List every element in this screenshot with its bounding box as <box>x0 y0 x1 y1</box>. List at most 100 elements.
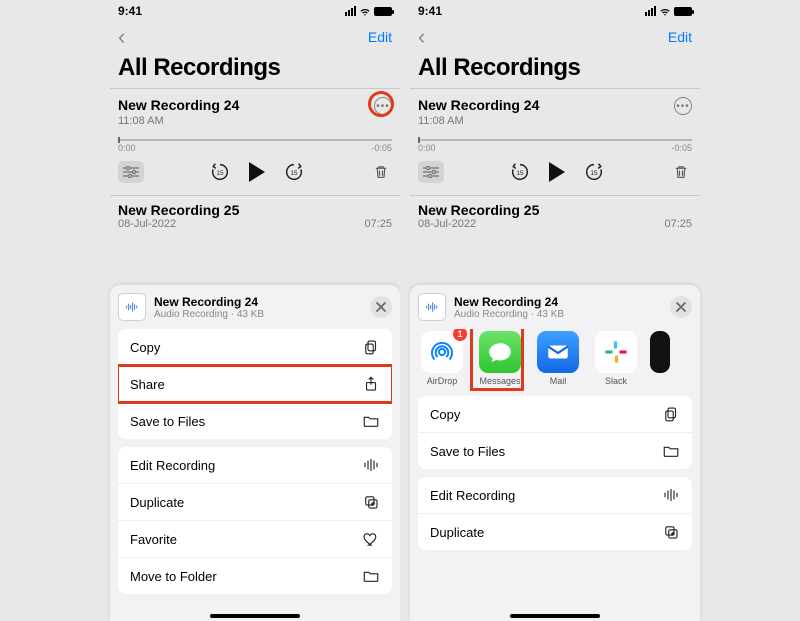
status-bar: 9:41 <box>410 0 700 22</box>
scrubber[interactable] <box>418 139 692 141</box>
menu-edit-recording[interactable]: Edit Recording <box>118 447 392 484</box>
waveform-icon <box>124 299 140 315</box>
more-button[interactable]: ••• <box>374 97 392 115</box>
menu-label: Save to Files <box>130 414 205 429</box>
app-label: AirDrop <box>427 376 458 386</box>
waveform-icon <box>662 486 680 504</box>
menu-label: Move to Folder <box>130 569 217 584</box>
battery-icon <box>374 7 392 16</box>
forward-icon: 15 <box>583 161 605 183</box>
scrubber[interactable] <box>118 139 392 141</box>
rewind-15-button[interactable]: 15 <box>509 161 531 183</box>
scrub-end: -0:05 <box>671 143 692 153</box>
battery-icon <box>674 7 692 16</box>
sheet-close-button[interactable] <box>670 296 692 318</box>
play-button[interactable] <box>249 162 265 182</box>
recording-detail: New Recording 24 11:08 AM ••• 0:00-0:05 <box>110 89 400 195</box>
rewind-icon: 15 <box>509 161 531 183</box>
svg-text:15: 15 <box>516 170 524 177</box>
menu-favorite[interactable]: Favorite <box>118 521 392 558</box>
menu-save-to-files[interactable]: Save to Files <box>418 433 692 469</box>
signal-icon <box>345 6 356 16</box>
trash-icon <box>672 163 690 181</box>
menu-label: Duplicate <box>430 525 484 540</box>
recording2-date: 08-Jul-2022 <box>418 218 539 230</box>
back-icon[interactable]: ‹ <box>118 24 125 50</box>
page-title: All Recordings <box>110 52 400 88</box>
app-airdrop[interactable]: 1 AirDrop <box>418 331 466 386</box>
share-sheet: New Recording 24 Audio Recording · 43 KB… <box>410 285 700 621</box>
sheet-thumb <box>118 293 146 321</box>
wifi-icon <box>659 5 671 17</box>
forward-15-button[interactable]: 15 <box>583 161 605 183</box>
app-label: Mail <box>550 376 567 386</box>
edit-button[interactable]: Edit <box>368 29 392 45</box>
delete-button[interactable] <box>670 161 692 183</box>
copy-icon <box>662 405 680 423</box>
recording-time: 11:08 AM <box>418 115 539 127</box>
options-button[interactable] <box>118 161 144 183</box>
wifi-icon <box>359 5 371 17</box>
signal-icon <box>645 6 656 16</box>
rewind-icon: 15 <box>209 161 231 183</box>
menu-share[interactable]: Share <box>118 366 392 403</box>
recording2-duration: 07:25 <box>664 218 692 230</box>
heart-icon <box>362 530 380 548</box>
slack-icon <box>595 331 637 373</box>
app-more[interactable] <box>650 331 670 386</box>
menu-duplicate[interactable]: Duplicate <box>118 484 392 521</box>
back-icon[interactable]: ‹ <box>418 24 425 50</box>
scrub-end: -0:05 <box>371 143 392 153</box>
app-slack[interactable]: Slack <box>592 331 640 386</box>
status-bar: 9:41 <box>110 0 400 22</box>
app-label: Messages <box>479 376 520 386</box>
status-time: 9:41 <box>418 4 442 18</box>
menu-edit-recording[interactable]: Edit Recording <box>418 477 692 514</box>
recording-title: New Recording 24 <box>418 97 539 113</box>
annotation-highlight <box>368 91 394 117</box>
rewind-15-button[interactable]: 15 <box>209 161 231 183</box>
menu-save-to-files[interactable]: Save to Files <box>118 403 392 439</box>
menu-label: Favorite <box>130 532 177 547</box>
action-sheet: New Recording 24 Audio Recording · 43 KB… <box>110 285 400 621</box>
svg-text:15: 15 <box>290 170 298 177</box>
scrub-start: 0:00 <box>418 143 436 153</box>
home-indicator[interactable] <box>210 614 300 618</box>
menu-label: Duplicate <box>130 495 184 510</box>
share-icon <box>362 375 380 393</box>
sheet-title: New Recording 24 <box>454 295 662 309</box>
menu-label: Share <box>130 377 165 392</box>
menu-copy[interactable]: Copy <box>118 329 392 366</box>
more-button[interactable]: ••• <box>674 97 692 115</box>
menu-copy[interactable]: Copy <box>418 396 692 433</box>
messages-icon <box>479 331 521 373</box>
sheet-thumb <box>418 293 446 321</box>
scrub-start: 0:00 <box>118 143 136 153</box>
menu-label: Edit Recording <box>130 458 215 473</box>
trash-icon <box>372 163 390 181</box>
home-indicator[interactable] <box>510 614 600 618</box>
folder-icon <box>362 412 380 430</box>
status-time: 9:41 <box>118 4 142 18</box>
duplicate-icon <box>362 493 380 511</box>
recording2-duration: 07:25 <box>364 218 392 230</box>
app-label: Slack <box>605 376 627 386</box>
menu-label: Copy <box>430 407 460 422</box>
app-mail[interactable]: Mail <box>534 331 582 386</box>
duplicate-icon <box>662 523 680 541</box>
sliders-icon <box>123 166 139 178</box>
recording-detail: New Recording 24 11:08 AM ••• 0:00 -0:05 <box>410 89 700 195</box>
menu-move-to-folder[interactable]: Move to Folder <box>118 558 392 594</box>
play-button[interactable] <box>549 162 565 182</box>
edit-button[interactable]: Edit <box>668 29 692 45</box>
sliders-icon <box>423 166 439 178</box>
delete-button[interactable] <box>370 161 392 183</box>
recording-list-item[interactable]: New Recording 25 08-Jul-2022 07:25 <box>410 196 700 234</box>
options-button[interactable] <box>418 161 444 183</box>
menu-duplicate[interactable]: Duplicate <box>418 514 692 550</box>
menu-label: Copy <box>130 340 160 355</box>
recording-list-item[interactable]: New Recording 25 08-Jul-2022 07:25 <box>110 196 400 234</box>
forward-15-button[interactable]: 15 <box>283 161 305 183</box>
sheet-close-button[interactable] <box>370 296 392 318</box>
app-messages[interactable]: Messages <box>476 331 524 386</box>
